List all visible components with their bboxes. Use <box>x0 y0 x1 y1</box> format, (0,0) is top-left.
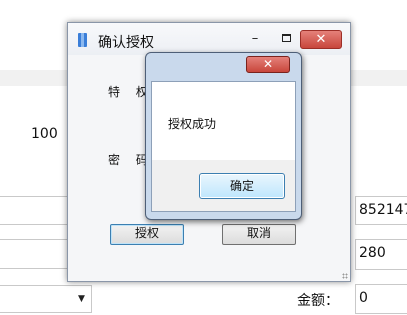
maximize-button[interactable] <box>276 29 298 49</box>
resize-grip[interactable] <box>342 273 348 279</box>
left-input-2[interactable] <box>0 239 70 269</box>
maximize-icon <box>282 34 291 42</box>
cancel-button[interactable]: 取消 <box>222 224 296 245</box>
authorize-button[interactable]: 授权 <box>110 224 184 245</box>
authorize-dialog-title: 确认授权 <box>98 35 154 51</box>
amount-input[interactable]: 0 <box>355 284 407 314</box>
message-text: 授权成功 <box>168 117 217 131</box>
value-100-text: 100 <box>31 126 58 142</box>
minimize-button[interactable]: – <box>244 29 266 49</box>
app-icon <box>78 33 87 47</box>
authorize-dialog-titlebar: 确认授权 – ✕ <box>68 23 350 55</box>
message-box-body: 授权成功 确定 <box>151 81 296 212</box>
dropdown-arrow-icon: ▼ <box>78 294 85 304</box>
message-box: ✕ 授权成功 确定 <box>145 52 302 220</box>
field-852147[interactable]: 852147 <box>355 196 407 225</box>
left-dropdown[interactable]: ▼ <box>0 285 92 313</box>
left-input-1[interactable] <box>0 196 70 225</box>
ok-button[interactable]: 确定 <box>199 173 285 199</box>
message-box-close-button[interactable]: ✕ <box>246 56 290 73</box>
authorize-dialog-close-button[interactable]: ✕ <box>300 30 342 49</box>
field-280[interactable]: 280 <box>355 239 407 270</box>
amount-label: 金额： <box>297 293 339 309</box>
